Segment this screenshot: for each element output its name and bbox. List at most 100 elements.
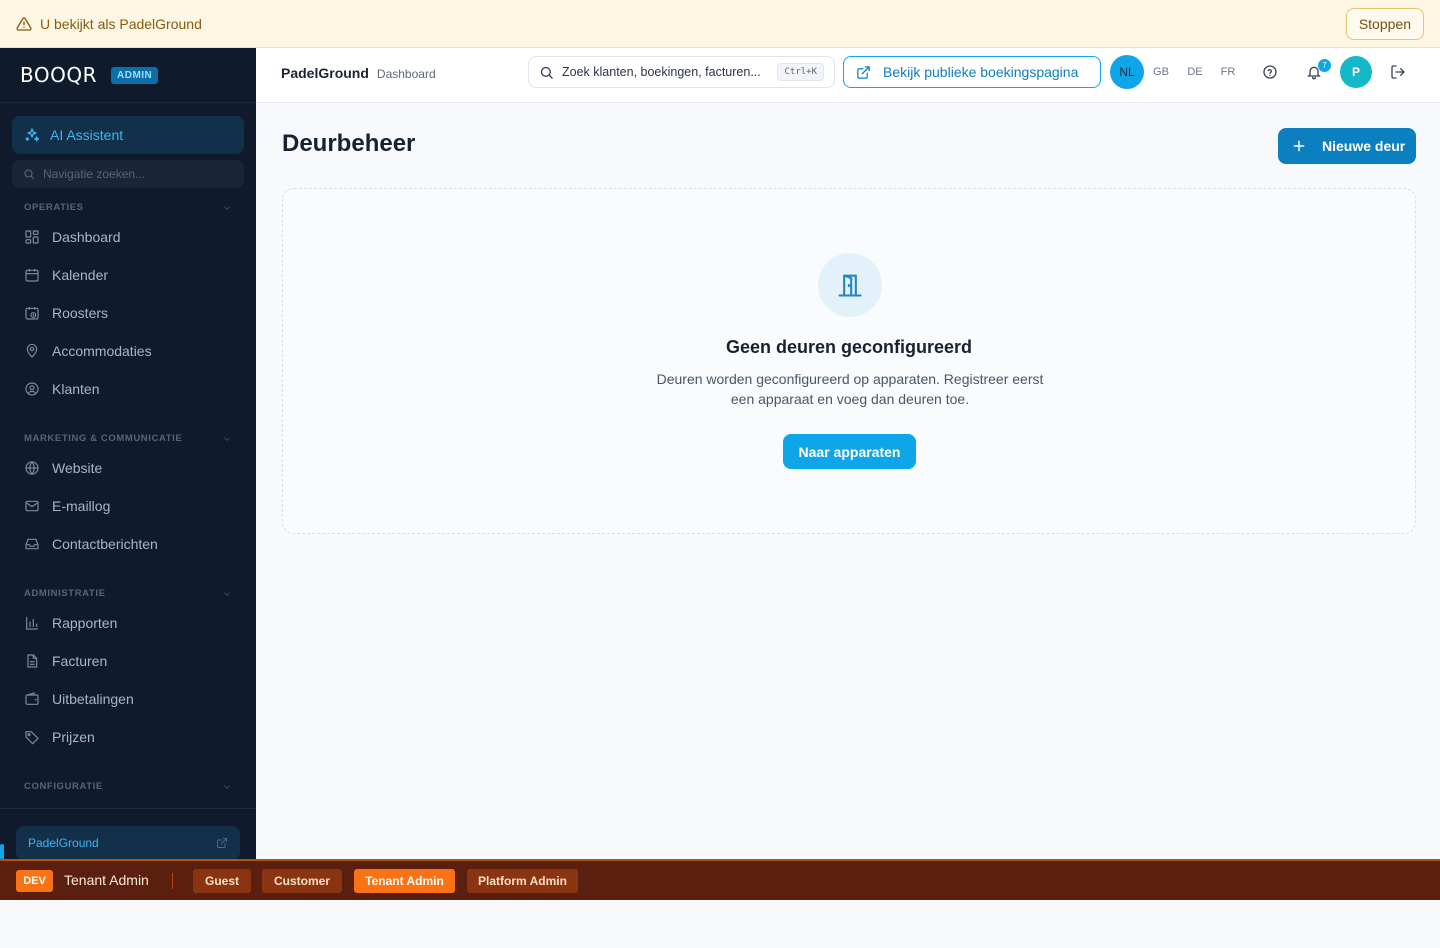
wallet-icon <box>24 691 40 707</box>
section-configuratie[interactable]: CONFIGURATIE <box>24 781 232 792</box>
mail-icon <box>24 498 40 514</box>
sidebar-item-klanten[interactable]: Klanten <box>12 371 244 407</box>
avatar[interactable]: P <box>1340 56 1372 88</box>
section-operaties[interactable]: OPERATIES <box>24 202 232 213</box>
public-booking-page-button[interactable]: Bekijk publieke boekingspagina <box>843 56 1101 88</box>
sidebar-item-label: Accommodaties <box>52 343 152 359</box>
chevron-down-icon <box>222 589 232 599</box>
calendar-icon <box>24 267 40 283</box>
ai-assistant-button[interactable]: AI Assistent <box>12 116 244 154</box>
sidebar-item-label: Contactberichten <box>52 536 158 552</box>
help-icon[interactable] <box>1262 64 1278 80</box>
logout-icon[interactable] <box>1390 64 1406 80</box>
empty-state-icon-circle <box>818 253 882 317</box>
breadcrumb-tenant[interactable]: PadelGround <box>281 65 369 81</box>
empty-state-title: Geen deuren geconfigureerd <box>725 337 973 357</box>
lang-fr[interactable]: FR <box>1219 55 1237 89</box>
sidebar: BOOQR ADMIN AI Assistent Navigatie zoeke… <box>0 48 256 859</box>
sidebar-item-label: Roosters <box>52 305 109 321</box>
stop-impersonation-button[interactable]: Stoppen <box>1345 8 1424 40</box>
empty-state-card: Geen deuren geconfigureerd Deuren worden… <box>282 188 1416 534</box>
new-door-button[interactable]: Nieuwe deur <box>1278 128 1416 164</box>
public-booking-label: Bekijk publieke boekingspagina <box>883 64 1079 80</box>
inbox-icon <box>24 536 40 552</box>
role-tenant-admin-button[interactable]: Tenant Admin <box>354 869 455 893</box>
calendar-clock-icon <box>24 305 40 321</box>
active-indicator <box>0 844 4 859</box>
sidebar-item-facturen[interactable]: Facturen <box>12 643 244 679</box>
plus-icon <box>1292 139 1306 153</box>
sidebar-item-accommodaties[interactable]: Accommodaties <box>12 333 244 369</box>
logo-text: BOOQR <box>20 63 97 87</box>
empty-state-description: Deuren worden geconfigureerd op apparate… <box>656 371 1044 407</box>
chevron-down-icon <box>222 434 232 444</box>
current-role: Tenant Admin <box>64 872 149 888</box>
impersonation-message: U bekijkt als PadelGround <box>40 15 202 32</box>
logo[interactable]: BOOQR ADMIN <box>0 48 256 103</box>
page-title: Deurbeheer <box>282 130 416 157</box>
search-icon <box>23 168 35 180</box>
sidebar-item-label: E-maillog <box>52 498 111 514</box>
sidebar-item-dashboard[interactable]: Dashboard <box>12 219 244 255</box>
user-circle-icon <box>24 381 40 397</box>
role-guest-button[interactable]: Guest <box>193 869 251 893</box>
nav-search-placeholder: Navigatie zoeken... <box>43 167 146 181</box>
section-title: CONFIGURATIE <box>24 781 103 792</box>
tenant-switcher[interactable]: PadelGround <box>16 826 240 859</box>
sidebar-item-website[interactable]: Website <box>12 450 244 486</box>
lang-gb[interactable]: GB <box>1152 55 1170 89</box>
env-badge: DEV <box>16 870 53 892</box>
sidebar-item-label: Uitbetalingen <box>52 691 134 707</box>
sidebar-item-roosters[interactable]: Roosters <box>12 295 244 331</box>
map-pin-icon <box>24 343 40 359</box>
new-door-label: Nieuwe deur <box>1322 138 1406 154</box>
nav-search-input[interactable]: Navigatie zoeken... <box>12 160 244 188</box>
warning-icon <box>16 16 32 32</box>
lang-nl[interactable]: NL <box>1110 55 1144 89</box>
external-link-icon <box>856 65 871 80</box>
section-administratie[interactable]: ADMINISTRATIE <box>24 588 232 599</box>
globe-icon <box>24 460 40 476</box>
sidebar-item-label: Facturen <box>52 653 108 669</box>
notification-count: 7 <box>1318 59 1331 72</box>
top-header: PadelGround Dashboard Zoek klanten, boek… <box>256 48 1440 103</box>
role-platform-admin-button[interactable]: Platform Admin <box>467 869 578 893</box>
divider <box>172 873 173 889</box>
sidebar-item-emaillog[interactable]: E-maillog <box>12 488 244 524</box>
sidebar-item-rapporten[interactable]: Rapporten <box>12 605 244 641</box>
search-shortcut: Ctrl+K <box>777 63 824 81</box>
chevron-down-icon <box>222 203 232 213</box>
sidebar-divider <box>0 808 256 809</box>
sparkles-icon <box>24 127 40 143</box>
sidebar-item-label: Rapporten <box>52 615 118 631</box>
sidebar-item-label: Klanten <box>52 381 100 397</box>
sidebar-item-label: Website <box>52 460 103 476</box>
external-link-icon <box>216 837 228 849</box>
bar-chart-icon <box>24 615 40 631</box>
search-placeholder: Zoek klanten, boekingen, facturen... <box>562 65 761 79</box>
global-search-input[interactable]: Zoek klanten, boekingen, facturen... Ctr… <box>528 56 835 88</box>
sidebar-item-label: Dashboard <box>52 229 121 245</box>
breadcrumb: PadelGround Dashboard <box>281 65 436 81</box>
section-title: OPERATIES <box>24 202 84 213</box>
lang-de[interactable]: DE <box>1186 55 1204 89</box>
breadcrumb-page: Dashboard <box>376 67 436 81</box>
sidebar-item-uitbetalingen[interactable]: Uitbetalingen <box>12 681 244 717</box>
sidebar-item-contactberichten[interactable]: Contactberichten <box>12 526 244 562</box>
sidebar-item-prijzen[interactable]: Prijzen <box>12 719 244 755</box>
door-open-icon <box>836 271 864 299</box>
ai-assistant-label: AI Assistent <box>50 127 124 143</box>
grid-icon <box>24 229 40 245</box>
sidebar-item-label: Prijzen <box>52 729 95 745</box>
sidebar-item-label: Kalender <box>52 267 109 283</box>
section-marketing[interactable]: MARKETING & COMMUNICATIE <box>24 433 232 444</box>
role-customer-button[interactable]: Customer <box>262 869 342 893</box>
dev-role-bar: DEV Tenant Admin Guest Customer Tenant A… <box>0 859 1440 900</box>
impersonation-banner: U bekijkt als PadelGround Stoppen <box>0 0 1440 48</box>
admin-badge: ADMIN <box>111 66 159 84</box>
sidebar-item-kalender[interactable]: Kalender <box>12 257 244 293</box>
tag-icon <box>24 729 40 745</box>
chevron-down-icon <box>222 782 232 792</box>
go-to-devices-button[interactable]: Naar apparaten <box>783 434 916 469</box>
file-text-icon <box>24 653 40 669</box>
